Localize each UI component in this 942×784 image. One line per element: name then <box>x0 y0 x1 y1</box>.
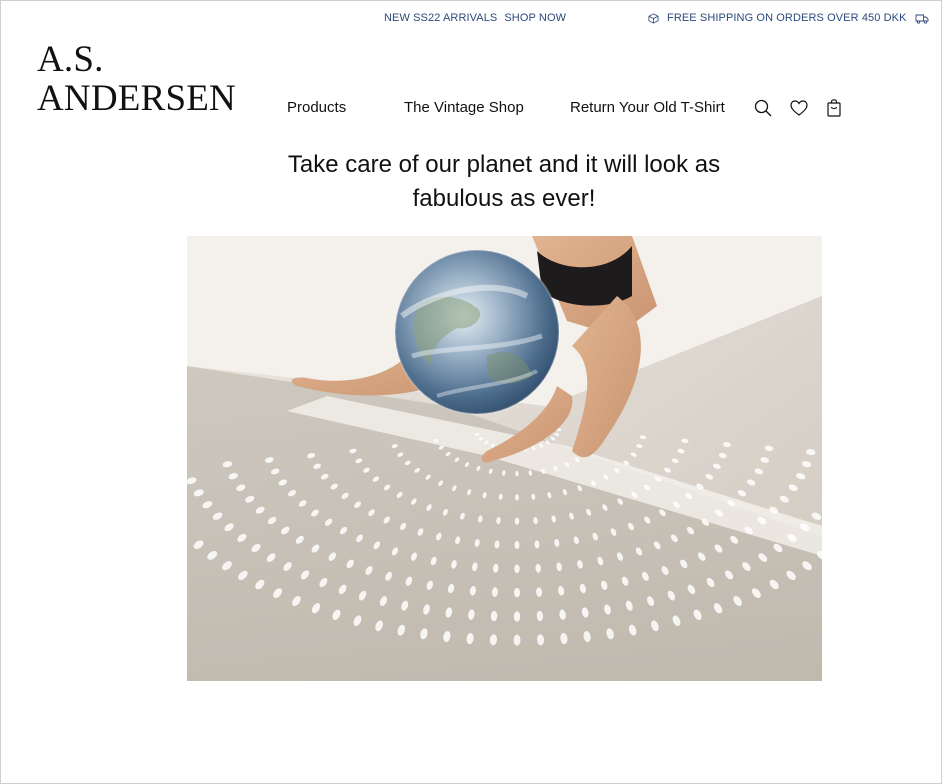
shop-now-link[interactable]: SHOP NOW <box>504 12 566 24</box>
nav-item-return-tshirt[interactable]: Return Your Old T-Shirt <box>570 99 725 116</box>
light-speck <box>514 517 520 525</box>
truck-icon <box>915 13 929 24</box>
light-speck <box>513 611 521 622</box>
search-icon[interactable] <box>753 98 773 118</box>
light-speck <box>515 494 519 501</box>
heart-icon[interactable] <box>789 98 809 118</box>
light-speck <box>515 470 519 477</box>
shipping-text: FREE SHIPPING ON ORDERS OVER 450 DKK <box>667 12 907 24</box>
light-speck <box>513 634 521 646</box>
hero-image[interactable] <box>187 236 822 681</box>
box-icon <box>648 12 659 24</box>
light-speck <box>514 541 520 549</box>
globe-object <box>394 249 560 415</box>
nav-item-products[interactable]: Products <box>287 99 346 116</box>
promo-banner: NEW SS22 ARRIVALS SHOP NOW <box>384 12 566 24</box>
shopping-bag-icon[interactable] <box>824 98 844 118</box>
shipping-notice: FREE SHIPPING ON ORDERS OVER 450 DKK <box>648 12 929 24</box>
announcement-bar: NEW SS22 ARRIVALS SHOP NOW FREE SHIPPING … <box>0 12 942 28</box>
new-arrivals-link[interactable]: NEW SS22 ARRIVALS <box>384 12 497 24</box>
light-speck <box>514 564 520 574</box>
brand-logo-line1: A.S. <box>37 39 104 80</box>
hero-headline: Take care of our planet and it will look… <box>287 151 721 212</box>
nav-item-vintage-shop[interactable]: The Vintage Shop <box>404 99 524 116</box>
light-speck <box>514 587 520 598</box>
